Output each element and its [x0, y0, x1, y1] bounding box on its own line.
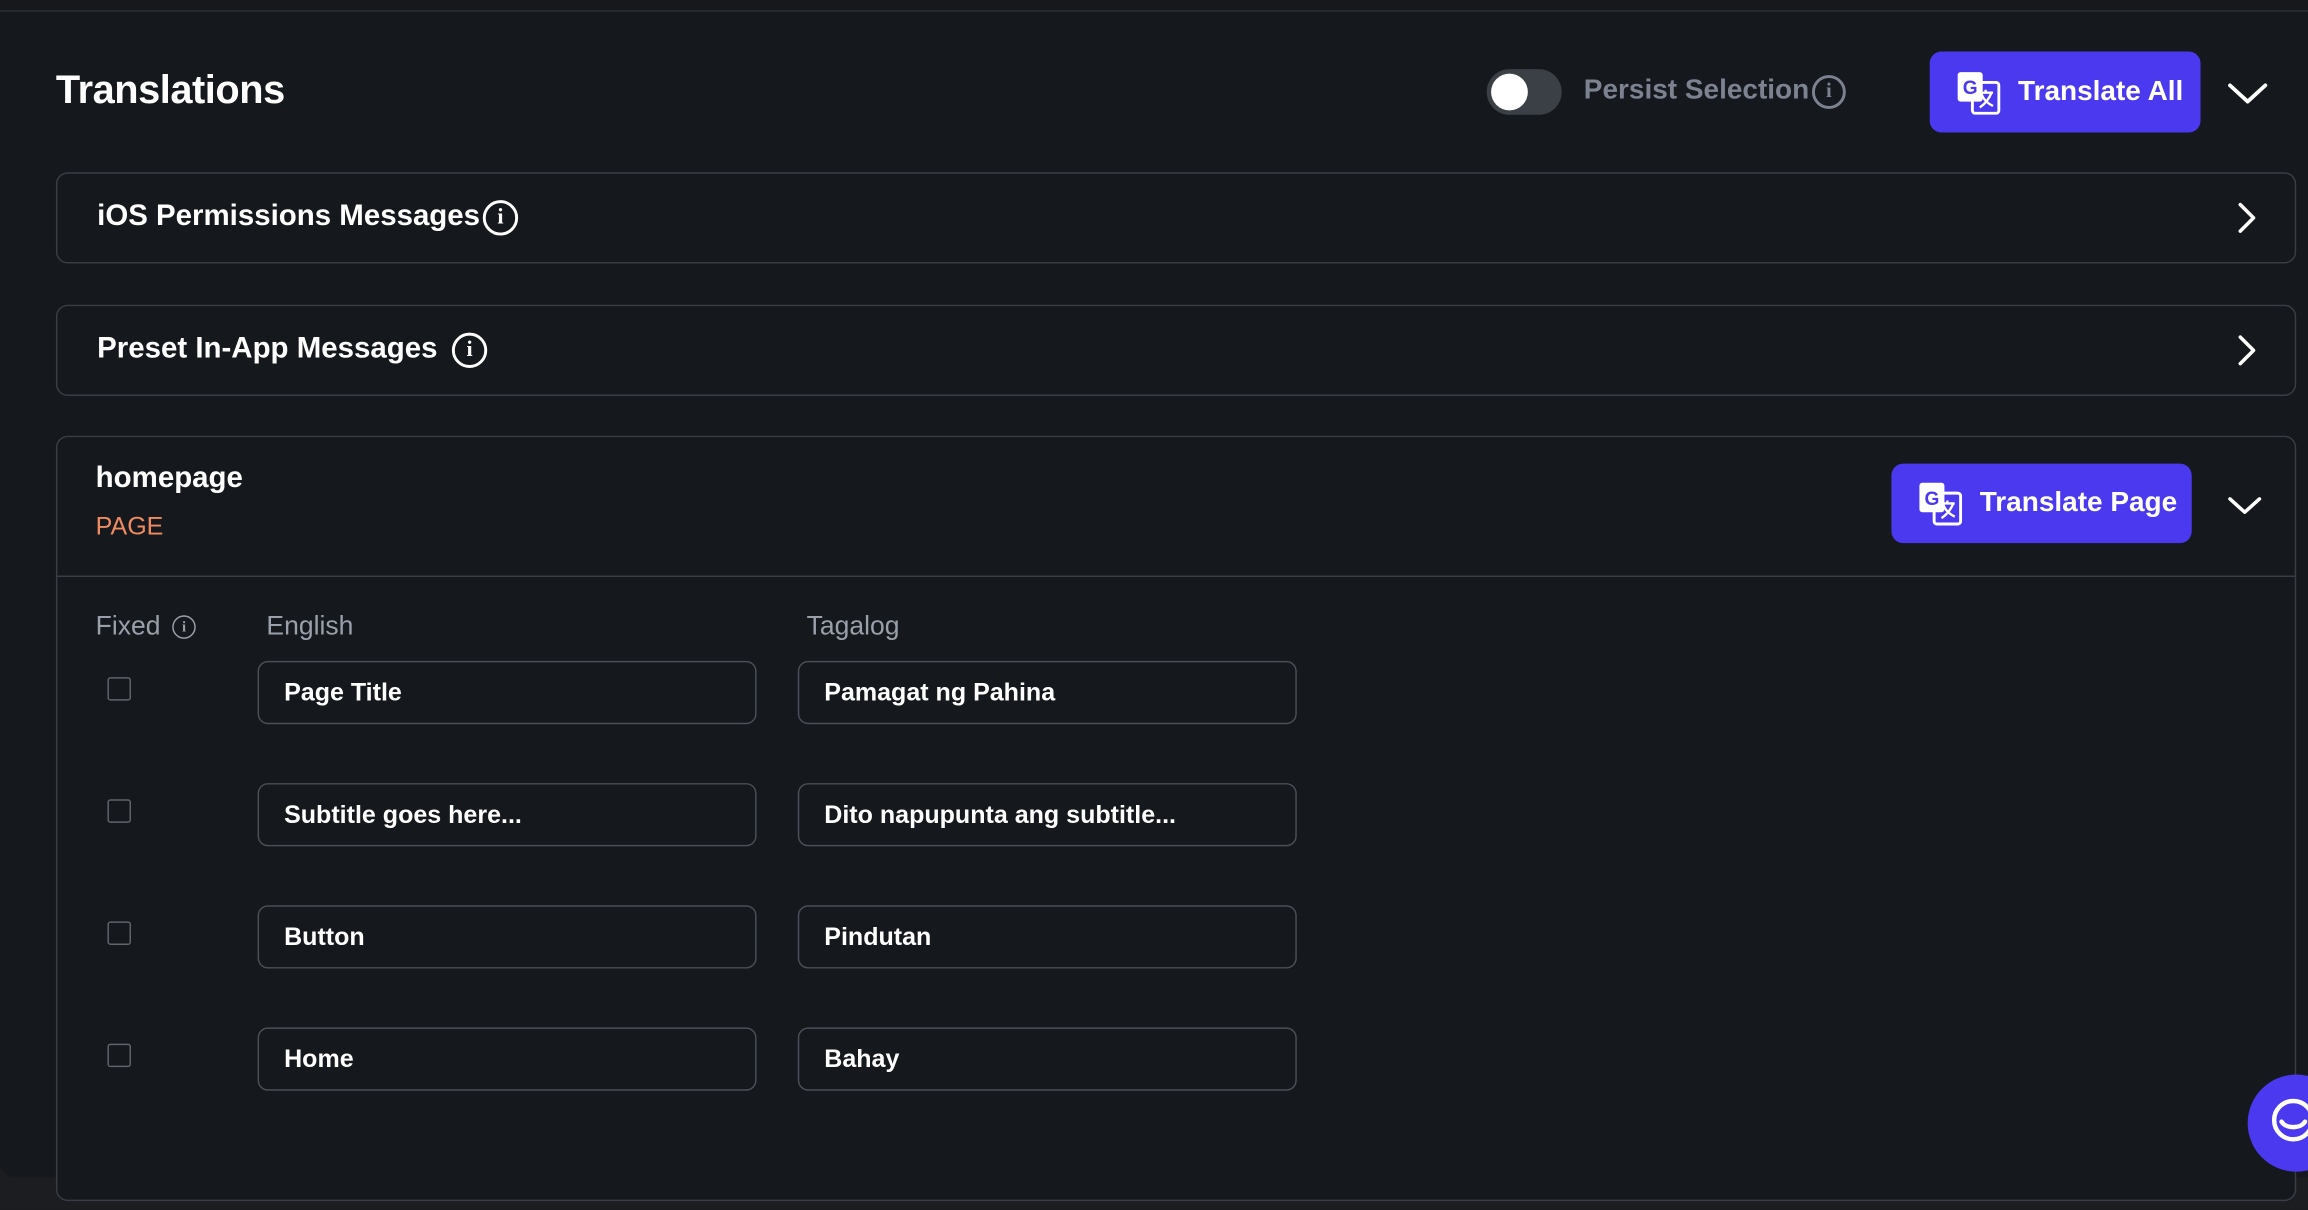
persist-selection-label: Persist Selection — [1583, 75, 1810, 106]
english-field[interactable]: Button — [257, 905, 757, 969]
translate-icon: G — [1919, 482, 1963, 526]
chat-icon — [2271, 1098, 2308, 1142]
toggle-knob — [1491, 73, 1528, 111]
english-field[interactable]: Subtitle goes here... — [257, 783, 757, 847]
translate-all-label: Translate All — [2018, 75, 2184, 107]
fixed-checkbox[interactable] — [107, 799, 132, 823]
translate-page-label: Translate Page — [1979, 487, 2178, 519]
tagalog-field[interactable]: Pindutan — [797, 905, 1297, 969]
page-card-divider — [57, 575, 2295, 578]
info-icon[interactable]: i — [482, 200, 519, 236]
translate-icon: G — [1957, 71, 2001, 115]
translations-screen: Translations Persist Selection i G Trans… — [0, 0, 2308, 1210]
chevron-right-icon[interactable] — [2231, 200, 2260, 235]
page-title: Translations — [55, 67, 285, 112]
fixed-checkbox[interactable] — [107, 1043, 132, 1068]
tagalog-column-header: Tagalog — [806, 610, 900, 641]
info-icon[interactable]: i — [172, 615, 196, 639]
page-name: homepage — [95, 462, 243, 495]
page-type-label: PAGE — [95, 512, 164, 541]
translate-page-button[interactable]: G Translate Page — [1891, 463, 2192, 544]
info-icon[interactable]: i — [451, 332, 488, 368]
svg-text:G: G — [1963, 77, 1978, 98]
persist-selection-toggle[interactable] — [1486, 69, 1562, 115]
svg-text:G: G — [1924, 489, 1939, 510]
fixed-checkbox[interactable] — [107, 677, 132, 701]
fixed-checkbox[interactable] — [107, 921, 132, 945]
chevron-down-icon[interactable] — [2226, 492, 2264, 518]
tagalog-field[interactable]: Pamagat ng Pahina — [797, 660, 1297, 725]
info-icon[interactable]: i — [1811, 75, 1846, 109]
translate-all-button[interactable]: G Translate All — [1929, 51, 2201, 133]
chevron-down-icon[interactable] — [2226, 77, 2270, 109]
section-label: Preset In-App Messages — [97, 332, 438, 366]
section-label: iOS Permissions Messages — [97, 200, 481, 233]
tagalog-field[interactable]: Dito napupunta ang subtitle... — [797, 783, 1297, 847]
chevron-right-icon[interactable] — [2231, 333, 2260, 368]
english-column-header: English — [266, 610, 354, 641]
top-divider — [0, 0, 2308, 12]
fixed-column-header: Fixed — [95, 610, 161, 641]
english-field[interactable]: Page Title — [257, 660, 757, 725]
english-field[interactable]: Home — [257, 1027, 757, 1091]
tagalog-field[interactable]: Bahay — [797, 1027, 1297, 1091]
